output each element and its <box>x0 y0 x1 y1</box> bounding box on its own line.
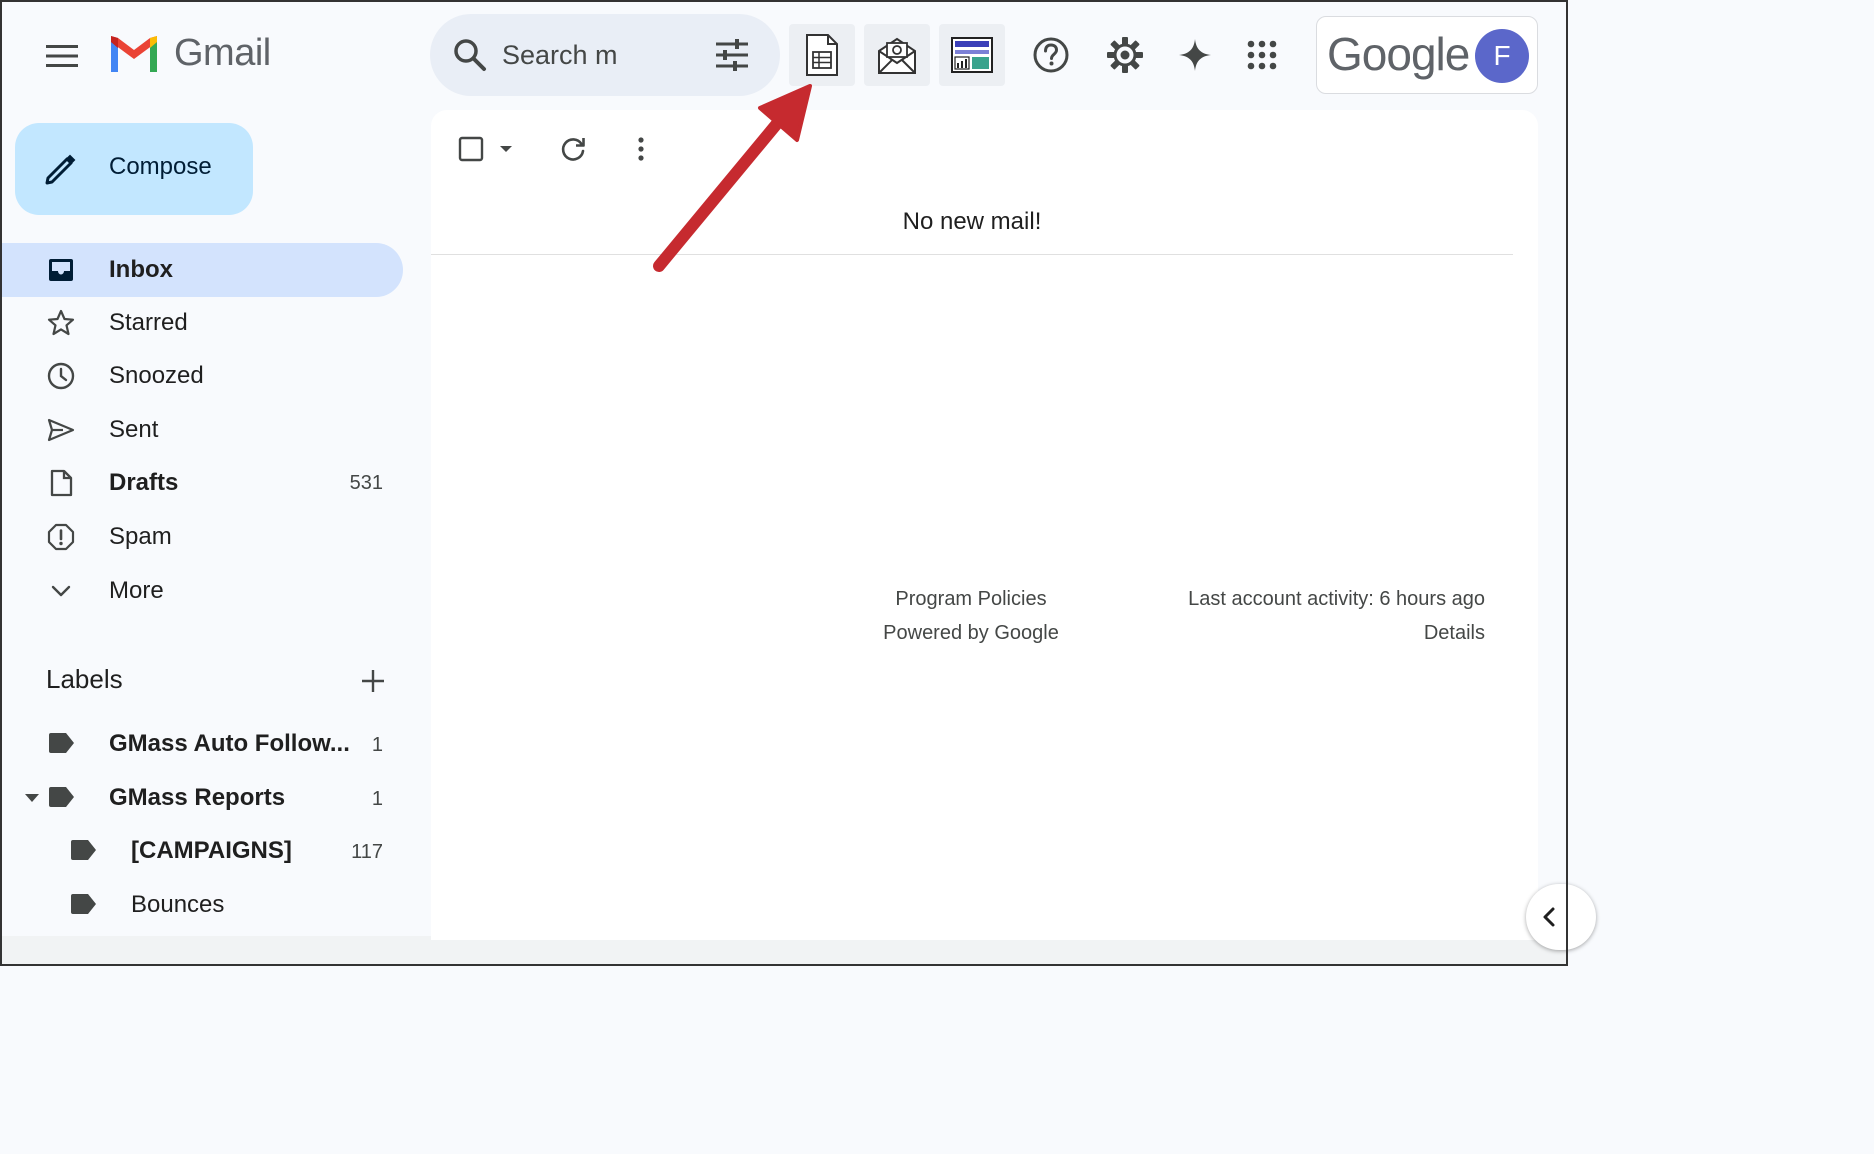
label-tag-icon <box>49 787 74 807</box>
show-side-panel-button[interactable] <box>1526 884 1596 950</box>
label-tag-icon <box>49 733 74 753</box>
search-bar[interactable] <box>430 14 780 96</box>
sidebar-item-label: Spam <box>109 523 172 550</box>
refresh-icon <box>561 138 585 161</box>
account-switcher[interactable]: Google F <box>1316 16 1538 94</box>
pencil-icon <box>45 154 76 185</box>
sidebar-item-spam[interactable]: Spam <box>0 510 403 564</box>
sidebar-item-drafts[interactable]: Drafts 531 <box>0 456 403 510</box>
search-options-icon[interactable] <box>712 35 752 75</box>
dashboard-icon <box>951 37 993 73</box>
spam-icon <box>47 523 75 551</box>
inbox-icon <box>49 259 73 281</box>
sidebar-item-inbox[interactable]: Inbox <box>0 243 403 297</box>
send-icon <box>47 418 75 442</box>
star-icon <box>47 309 75 336</box>
empty-inbox-message: No new mail! <box>902 208 1042 235</box>
caret-down-icon[interactable] <box>24 792 40 804</box>
refresh-button[interactable] <box>553 129 593 169</box>
gmail-logo[interactable]: Gmail <box>108 32 271 75</box>
compose-button[interactable]: Compose <box>15 123 253 215</box>
settings-button[interactable] <box>1100 30 1150 80</box>
chevron-left-icon <box>1543 907 1555 927</box>
label-bounces[interactable]: Bounces <box>0 879 403 931</box>
label-campaigns[interactable]: [CAMPAIGNS] 117 <box>0 825 403 877</box>
labels-heading: Labels <box>46 664 123 694</box>
program-policies-link[interactable]: Program Policies <box>881 582 1061 616</box>
more-actions-button[interactable] <box>621 129 661 169</box>
footer-left: Program Policies Powered by Google <box>881 582 1061 650</box>
caret-down-icon[interactable] <box>496 142 516 156</box>
label-gmass-reports[interactable]: GMass Reports 1 <box>0 772 403 824</box>
more-vertical-icon <box>638 137 644 161</box>
last-activity-text: Last account activity: 6 hours ago <box>1188 588 1485 610</box>
google-wordmark: Google <box>1327 28 1470 80</box>
divider <box>431 254 1513 255</box>
select-all-dropdown[interactable] <box>457 129 517 169</box>
add-label-icon[interactable] <box>358 666 388 696</box>
sidebar-item-sent[interactable]: Sent <box>0 403 403 457</box>
label-name: Bounces <box>131 891 225 918</box>
footer-right: Last account activity: 6 hours ago Detai… <box>1188 582 1485 650</box>
details-link[interactable]: Details <box>1188 616 1485 650</box>
search-icon[interactable] <box>450 35 490 75</box>
label-count: 1 <box>371 734 383 756</box>
sidebar-item-label: Sent <box>109 416 159 443</box>
checkbox-icon[interactable] <box>458 136 484 162</box>
gmail-m-icon <box>111 35 157 72</box>
sidebar-item-label: Snoozed <box>109 362 204 389</box>
gmass-dashboard-button[interactable] <box>939 24 1005 86</box>
sidebar-item-label: More <box>109 577 164 604</box>
gmass-sheets-button[interactable] <box>789 24 855 86</box>
sidebar-item-label: Starred <box>109 309 188 336</box>
avatar[interactable]: F <box>1475 29 1529 83</box>
clock-icon <box>47 362 75 390</box>
label-name: [CAMPAIGNS] <box>131 837 292 864</box>
app-name: Gmail <box>174 32 271 74</box>
gear-icon <box>1107 37 1143 73</box>
label-name: GMass Auto Follow... <box>109 730 350 757</box>
sparkle-icon <box>1179 39 1211 71</box>
help-icon <box>1033 37 1069 73</box>
main-menu-button[interactable] <box>36 30 88 82</box>
google-apps-button[interactable] <box>1237 30 1287 80</box>
compose-label: Compose <box>109 153 212 180</box>
label-tag-icon <box>71 894 96 914</box>
hamburger-icon <box>46 45 78 67</box>
email-envelope-at-icon <box>878 37 916 74</box>
message-list-pane: No new mail! Program Policies Powered by… <box>431 110 1538 940</box>
bottom-strip <box>0 936 1568 966</box>
apps-grid-icon <box>1247 40 1277 70</box>
label-name: GMass Reports <box>109 784 286 811</box>
sidebar-item-label: Inbox <box>109 256 173 283</box>
drafts-count: 531 <box>349 472 383 494</box>
chevron-down-icon <box>51 585 71 597</box>
gmass-email-button[interactable] <box>864 24 930 86</box>
sidebar-item-label: Drafts <box>109 469 179 496</box>
support-button[interactable] <box>1026 30 1076 80</box>
label-count: 117 <box>351 841 383 863</box>
label-count: 1 <box>371 788 383 810</box>
label-tag-icon <box>71 840 96 860</box>
powered-by-text: Powered by Google <box>883 622 1059 644</box>
sidebar-item-starred[interactable]: Starred <box>0 296 403 350</box>
spreadsheet-icon <box>806 34 838 76</box>
draft-icon <box>50 469 73 497</box>
sidebar-item-more[interactable]: More <box>0 564 403 618</box>
label-gmass-auto-follow[interactable]: GMass Auto Follow... 1 <box>0 718 403 770</box>
sidebar-item-snoozed[interactable]: Snoozed <box>0 349 403 403</box>
search-input[interactable] <box>502 36 702 74</box>
gemini-button[interactable] <box>1170 30 1220 80</box>
